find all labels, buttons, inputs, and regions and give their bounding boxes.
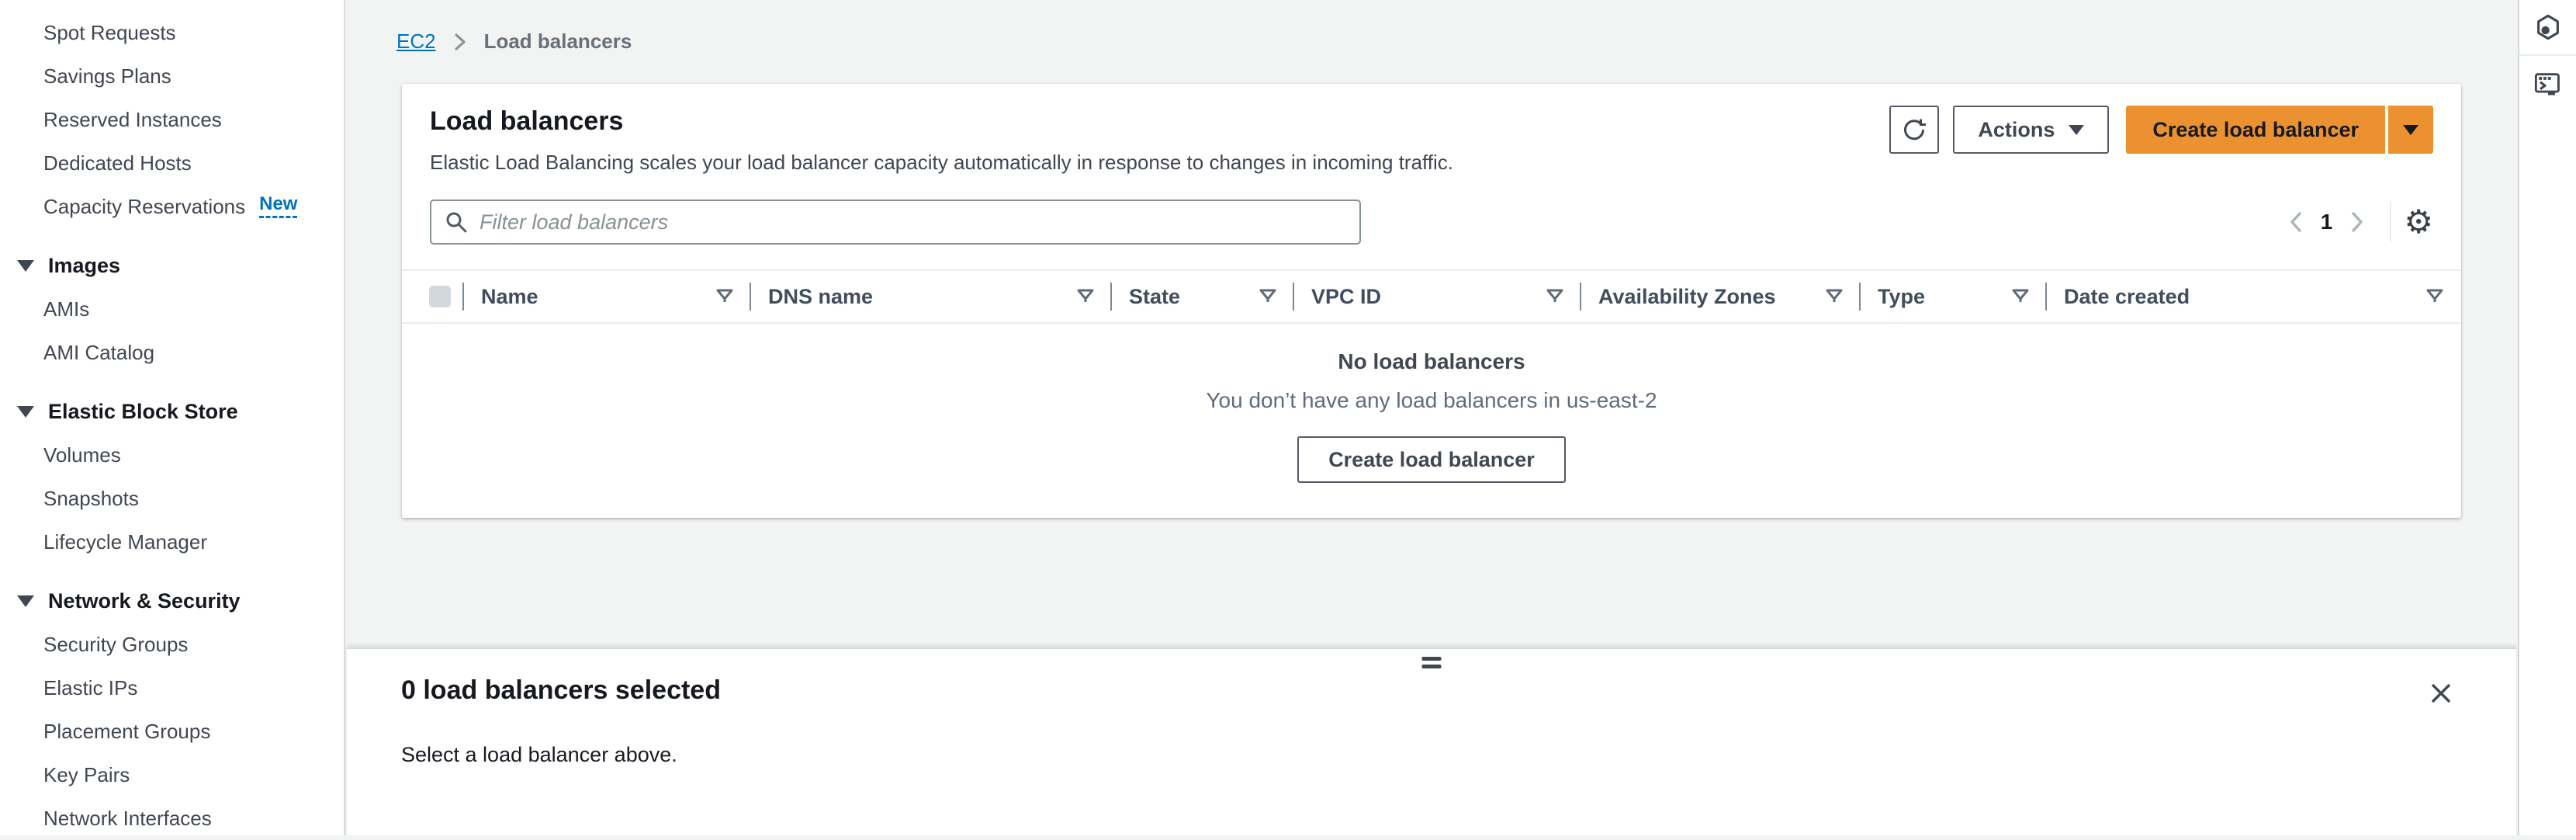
filter-placeholder: Filter load balancers — [480, 210, 668, 234]
create-load-balancer-button[interactable]: Create load balancer — [2126, 106, 2385, 154]
sidebar-item-volumes[interactable]: Volumes — [0, 433, 344, 477]
column-header-availability-zones[interactable]: Availability Zones — [1581, 271, 1861, 322]
header-actions: Actions Create load balancer — [1889, 106, 2433, 154]
actions-button[interactable]: Actions — [1953, 106, 2109, 154]
breadcrumb-link-ec2[interactable]: EC2 — [396, 30, 436, 54]
sidebar-item-dedicated-hosts[interactable]: Dedicated Hosts — [0, 141, 344, 185]
sidebar-item-lifecycle-manager[interactable]: Lifecycle Manager — [0, 520, 344, 564]
selection-panel-message: Select a load balancer above. — [347, 706, 2516, 767]
refresh-button[interactable] — [1889, 106, 1939, 154]
column-header-vpc-id[interactable]: VPC ID — [1294, 271, 1581, 322]
filter-icon[interactable] — [1259, 288, 1277, 305]
select-all-checkbox[interactable] — [429, 286, 451, 307]
ec2-sidebar: Spot Requests Savings Plans Reserved Ins… — [0, 0, 345, 835]
sidebar-item-key-pairs[interactable]: Key Pairs — [0, 753, 344, 797]
load-balancers-card: Load balancers Elastic Load Balancing sc… — [402, 84, 2461, 518]
filter-icon[interactable] — [1076, 288, 1095, 305]
filter-input[interactable]: Filter load balancers — [430, 200, 1361, 245]
divider — [2390, 201, 2391, 243]
create-load-balancer-split-button: Create load balancer — [2126, 106, 2433, 154]
expand-triangle-icon — [17, 595, 34, 607]
main-content: EC2 Load balancers Load balancers Elasti… — [347, 0, 2516, 835]
sidebar-item-savings-plans[interactable]: Savings Plans — [0, 54, 344, 98]
page-description: Elastic Load Balancing scales your load … — [430, 151, 1453, 175]
empty-state: No load balancers You don’t have any loa… — [402, 324, 2461, 518]
aws-q-icon[interactable] — [2519, 0, 2576, 56]
breadcrumb-current: Load balancers — [484, 30, 632, 54]
empty-state-title: No load balancers — [402, 349, 2461, 374]
close-icon[interactable] — [2429, 682, 2453, 705]
page-number[interactable]: 1 — [2321, 210, 2333, 234]
sidebar-item-network-interfaces[interactable]: Network Interfaces — [0, 797, 344, 840]
sidebar-section-images[interactable]: Images — [0, 244, 344, 287]
sidebar-item-ami-catalog[interactable]: AMI Catalog — [0, 331, 344, 374]
sidebar-section-network-security[interactable]: Network & Security — [0, 579, 344, 623]
filter-icon[interactable] — [2425, 288, 2444, 305]
pagination: 1 ⚙ — [2276, 200, 2433, 244]
right-tools-rail — [2518, 0, 2576, 835]
caret-down-icon — [2403, 125, 2418, 135]
column-header-state[interactable]: State — [1112, 271, 1294, 322]
column-header-type[interactable]: Type — [1861, 271, 2047, 322]
gear-icon[interactable]: ⚙ — [2404, 206, 2433, 238]
chevron-right-icon[interactable] — [2337, 200, 2377, 244]
column-header-name[interactable]: Name — [464, 271, 751, 322]
breadcrumb: EC2 Load balancers — [347, 0, 2516, 54]
new-badge: New — [259, 195, 297, 218]
column-header-date-created[interactable]: Date created — [2047, 271, 2461, 322]
page-title: Load balancers — [430, 106, 1453, 137]
create-load-balancer-dropdown[interactable] — [2388, 106, 2433, 154]
table-header-row: Name DNS name State VPC ID — [402, 269, 2461, 324]
sidebar-section-elastic-block-store[interactable]: Elastic Block Store — [0, 390, 344, 433]
sidebar-item-reserved-instances[interactable]: Reserved Instances — [0, 98, 344, 141]
empty-state-message: You don’t have any load balancers in us-… — [402, 388, 2461, 413]
expand-triangle-icon — [17, 260, 34, 272]
refresh-icon — [1901, 116, 1927, 143]
sidebar-item-capacity-reservations[interactable]: Capacity Reservations New — [0, 185, 344, 228]
sidebar-item-amis[interactable]: AMIs — [0, 287, 344, 331]
filter-icon[interactable] — [1825, 288, 1844, 305]
filter-icon[interactable] — [715, 288, 734, 305]
sidebar-item-spot-requests[interactable]: Spot Requests — [0, 11, 344, 54]
select-all-cell — [416, 271, 464, 322]
breadcrumb-chevron-icon — [453, 31, 467, 53]
cloudshell-icon[interactable] — [2519, 56, 2576, 112]
filter-icon[interactable] — [1546, 288, 1564, 305]
caret-down-icon — [2069, 125, 2084, 135]
sidebar-item-elastic-ips[interactable]: Elastic IPs — [0, 666, 344, 710]
expand-triangle-icon — [17, 406, 34, 418]
sidebar-item-snapshots[interactable]: Snapshots — [0, 477, 344, 520]
sidebar-item-placement-groups[interactable]: Placement Groups — [0, 710, 344, 753]
sidebar-item-security-groups[interactable]: Security Groups — [0, 623, 344, 666]
chevron-left-icon[interactable] — [2276, 200, 2316, 244]
filter-icon[interactable] — [2011, 288, 2030, 305]
drag-handle[interactable] — [1422, 657, 1442, 672]
column-header-dns-name[interactable]: DNS name — [751, 271, 1112, 322]
selection-panel: 0 load balancers selected Select a load … — [347, 647, 2516, 835]
empty-create-load-balancer-button[interactable]: Create load balancer — [1297, 436, 1566, 483]
search-icon — [444, 210, 469, 234]
